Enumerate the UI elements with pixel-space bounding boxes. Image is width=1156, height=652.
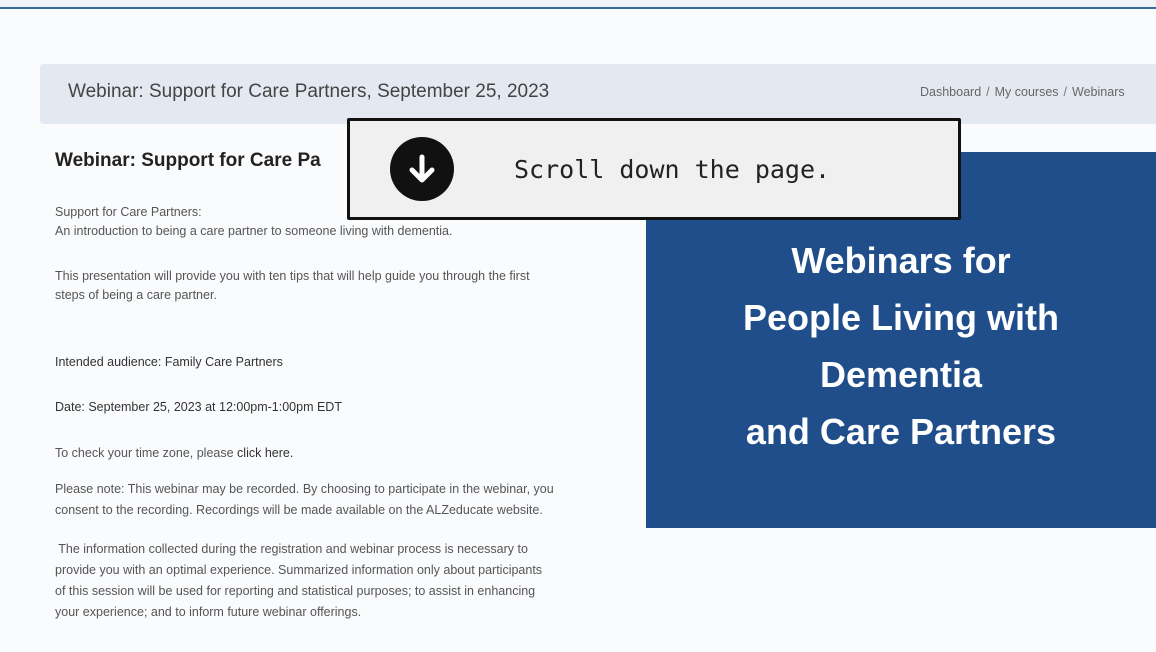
timezone-note: To check your time zone, please click he… xyxy=(55,444,293,463)
intro-line: An introduction to being a care partner … xyxy=(55,224,453,238)
tips-line: This presentation will provide you with … xyxy=(55,269,530,283)
breadcrumb-separator: / xyxy=(986,85,990,99)
breadcrumb: Dashboard / My courses / Webinars xyxy=(920,85,1156,99)
arrow-down-circle-icon xyxy=(390,137,454,201)
page-title: Webinar: Support for Care Partners, Sept… xyxy=(68,81,550,102)
instruction-text: Scroll down the page. xyxy=(514,154,831,184)
breadcrumb-separator: / xyxy=(1063,85,1068,99)
tips-paragraph: This presentation will provide you with … xyxy=(55,267,625,305)
banner-line: People Living with xyxy=(742,297,1060,338)
intended-audience: Intended audience: Family Care Partners xyxy=(55,355,283,369)
info-line: The information collected during the reg… xyxy=(55,542,528,556)
info-line: of this session will be used for reporti… xyxy=(55,584,536,598)
timezone-prefix: To check your time zone, please xyxy=(55,446,238,460)
banner-line: Dementia xyxy=(819,354,983,395)
banner-line: Webinars for xyxy=(791,240,1011,281)
info-line: provide you with an optimal experience. … xyxy=(55,563,543,577)
page-header: Webinar: Support for Care Partners, Sept… xyxy=(40,64,1156,124)
note-line: consent to the recording. Recordings wil… xyxy=(55,503,543,517)
info-line: your experience; and to inform future we… xyxy=(55,605,362,619)
breadcrumb-item-my-courses[interactable]: My courses xyxy=(995,85,1059,99)
breadcrumb-item-dashboard[interactable]: Dashboard xyxy=(920,85,981,99)
banner-line: and Care Partners xyxy=(745,411,1057,452)
timezone-link[interactable]: click here. xyxy=(237,446,293,460)
note-line: Please note: This webinar may be recorde… xyxy=(55,482,554,496)
top-rule xyxy=(0,0,1156,9)
breadcrumb-item-webinars[interactable]: Webinars xyxy=(1072,85,1125,99)
tips-line: steps of being a care partner. xyxy=(55,288,217,302)
privacy-note: The information collected during the reg… xyxy=(55,539,625,623)
recording-note: Please note: This webinar may be recorde… xyxy=(55,479,625,521)
instruction-overlay: Scroll down the page. xyxy=(347,118,961,220)
webinar-date: Date: September 25, 2023 at 12:00pm-1:00… xyxy=(55,400,342,414)
